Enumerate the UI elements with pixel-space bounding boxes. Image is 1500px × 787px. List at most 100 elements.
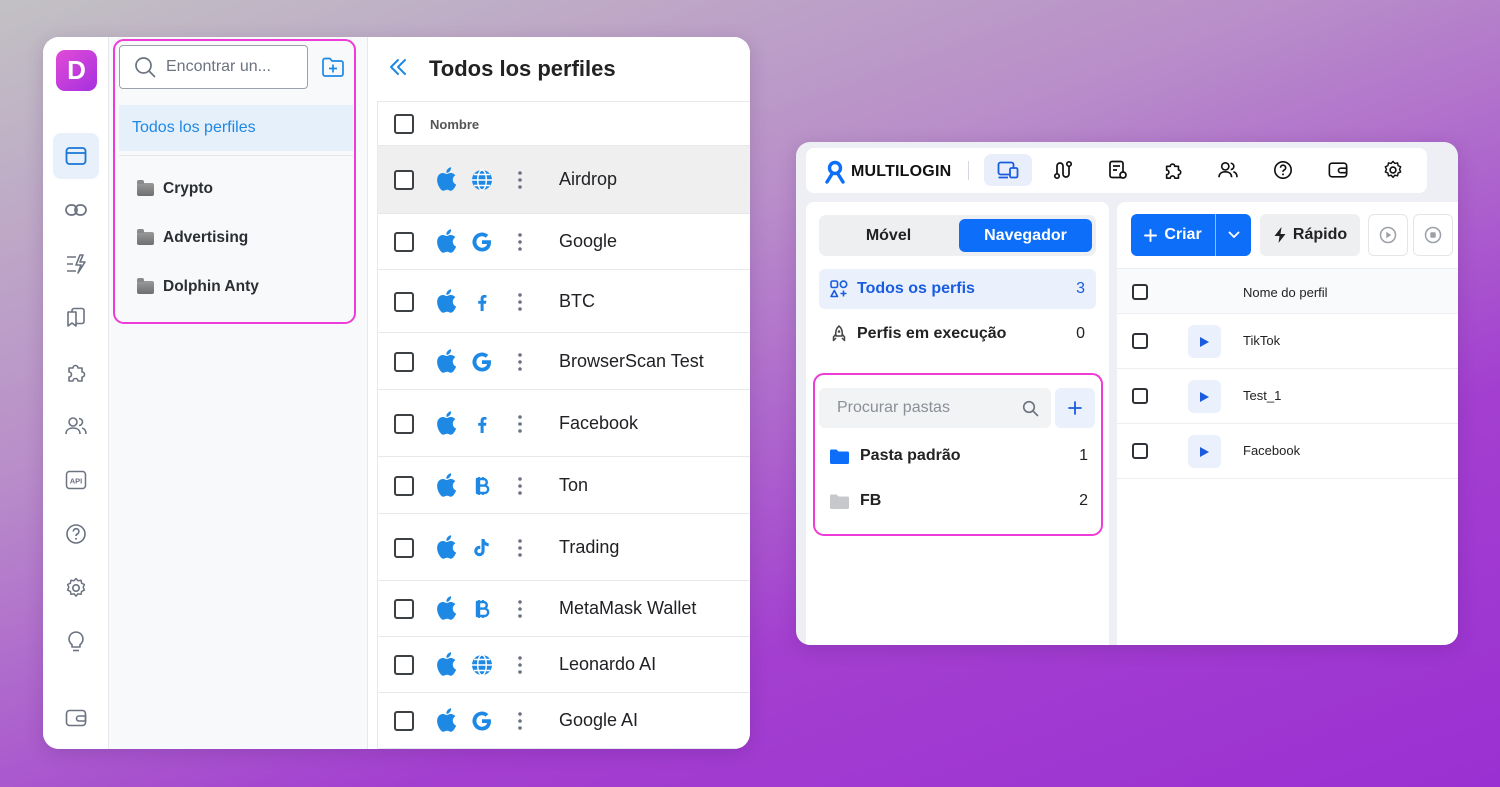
row-checkbox[interactable] <box>394 414 414 434</box>
table-row[interactable]: Airdrop <box>378 146 750 214</box>
nav-all-profiles[interactable]: Todos os perfis 3 <box>819 269 1096 309</box>
table-row[interactable]: Facebook <box>1117 424 1458 479</box>
start-button[interactable] <box>1368 214 1408 256</box>
profile-name: Trading <box>559 537 620 557</box>
row-checkbox[interactable] <box>394 352 414 372</box>
multilogin-logo[interactable]: MULTILOGIN <box>824 160 951 184</box>
more-options-icon[interactable] <box>518 293 522 311</box>
team-icon[interactable] <box>53 403 99 449</box>
row-checkbox[interactable] <box>394 170 414 190</box>
tab-help-icon[interactable] <box>1259 154 1307 186</box>
row-checkbox[interactable] <box>394 599 414 619</box>
play-button[interactable] <box>1188 435 1221 468</box>
create-button[interactable]: Criar <box>1131 214 1215 256</box>
ml-profiles-panel: Criar Rápido Nome do perfil TikTok Test_1… <box>1117 202 1458 645</box>
more-options-icon[interactable] <box>518 171 522 189</box>
more-options-icon[interactable] <box>518 233 522 251</box>
table-row[interactable]: Leonardo AI <box>378 637 750 693</box>
highlight-frame <box>113 39 356 324</box>
more-options-icon[interactable] <box>518 477 522 495</box>
table-row[interactable]: Google AI <box>378 693 750 749</box>
more-options-icon[interactable] <box>518 539 522 557</box>
more-options-icon[interactable] <box>518 600 522 618</box>
play-button[interactable] <box>1188 325 1221 358</box>
wallet-icon[interactable] <box>53 695 99 741</box>
create-dropdown-button[interactable] <box>1216 214 1251 256</box>
more-options-icon[interactable] <box>518 415 522 433</box>
table-row[interactable]: Ton <box>378 457 750 514</box>
profile-name: Facebook <box>1243 443 1301 458</box>
apple-icon <box>435 229 457 253</box>
row-checkbox[interactable] <box>1132 333 1148 349</box>
globe-icon <box>470 653 494 677</box>
create-profile-button[interactable]: Criar <box>1131 214 1251 256</box>
nav-running-profiles[interactable]: Perfis em execução 0 <box>819 314 1096 354</box>
row-checkbox[interactable] <box>394 232 414 252</box>
row-checkbox[interactable] <box>394 711 414 731</box>
tab-profiles-icon[interactable] <box>984 154 1032 186</box>
select-all-checkbox[interactable] <box>394 114 414 134</box>
app-logo[interactable]: D <box>56 50 97 91</box>
divider <box>968 161 969 180</box>
tab-settings-icon[interactable] <box>1369 154 1417 186</box>
help-icon[interactable] <box>53 511 99 557</box>
facebook-icon <box>470 290 494 314</box>
table-row[interactable]: MetaMask Wallet <box>378 581 750 637</box>
link-icon[interactable] <box>53 187 99 233</box>
api-label: API <box>70 477 83 486</box>
row-checkbox[interactable] <box>1132 388 1148 404</box>
row-checkbox[interactable] <box>394 292 414 312</box>
settings-icon[interactable] <box>53 565 99 611</box>
tab-extensions-icon[interactable] <box>1149 154 1197 186</box>
sidebar-rail: D API <box>43 37 109 749</box>
collapse-sidebar-icon[interactable] <box>388 57 408 77</box>
table-row[interactable]: BTC <box>378 270 750 333</box>
table-row[interactable]: Google <box>378 214 750 270</box>
browser-profiles-icon[interactable] <box>53 133 99 179</box>
tab-proxy-icon[interactable] <box>1094 154 1142 186</box>
apple-icon <box>435 708 457 732</box>
row-checkbox[interactable] <box>394 655 414 675</box>
segment-browser[interactable]: Navegador <box>959 219 1092 252</box>
nav-count: 0 <box>1076 325 1085 342</box>
column-header-name: Nombre <box>430 117 480 132</box>
nav-count: 3 <box>1076 280 1085 297</box>
profile-name: BTC <box>559 291 595 311</box>
table-row[interactable]: Trading <box>378 514 750 581</box>
row-checkbox[interactable] <box>394 538 414 558</box>
profiles-panel: Todos los perfiles Nombre Airdrop Google B… <box>368 37 750 749</box>
create-label: Criar <box>1164 226 1202 243</box>
profile-name: Google AI <box>559 710 639 730</box>
column-header-profile-name: Nome do perfil <box>1243 285 1328 300</box>
apple-icon <box>435 289 457 313</box>
segment-mobile[interactable]: Móvel <box>819 215 958 256</box>
globe-icon <box>470 168 494 192</box>
stop-button[interactable] <box>1413 214 1453 256</box>
tips-icon[interactable] <box>53 619 99 665</box>
logo-text: MULTILOGIN <box>851 163 952 180</box>
profile-name: Airdrop <box>559 169 618 189</box>
profile-name: Ton <box>559 475 589 495</box>
tab-wallet-icon[interactable] <box>1314 154 1362 186</box>
tab-team-icon[interactable] <box>1204 154 1252 186</box>
automation-icon[interactable] <box>53 241 99 287</box>
more-options-icon[interactable] <box>518 353 522 371</box>
select-all-checkbox[interactable] <box>1132 284 1148 300</box>
tab-automation-icon[interactable] <box>1039 154 1087 186</box>
apple-icon <box>435 411 457 435</box>
profile-name: Facebook <box>559 413 639 433</box>
row-checkbox[interactable] <box>394 476 414 496</box>
table-row[interactable]: Facebook <box>378 390 750 457</box>
api-icon[interactable]: API <box>53 457 99 503</box>
table-row[interactable]: Test_1 <box>1117 369 1458 424</box>
extensions-icon[interactable] <box>53 349 99 395</box>
row-checkbox[interactable] <box>1132 443 1148 459</box>
profile-name: Leonardo AI <box>559 654 657 674</box>
table-row[interactable]: BrowserScan Test <box>378 333 750 390</box>
play-button[interactable] <box>1188 380 1221 413</box>
bookmarks-icon[interactable] <box>53 295 99 341</box>
more-options-icon[interactable] <box>518 712 522 730</box>
table-row[interactable]: TikTok <box>1117 314 1458 369</box>
quick-profile-button[interactable]: Rápido <box>1260 214 1360 256</box>
more-options-icon[interactable] <box>518 656 522 674</box>
